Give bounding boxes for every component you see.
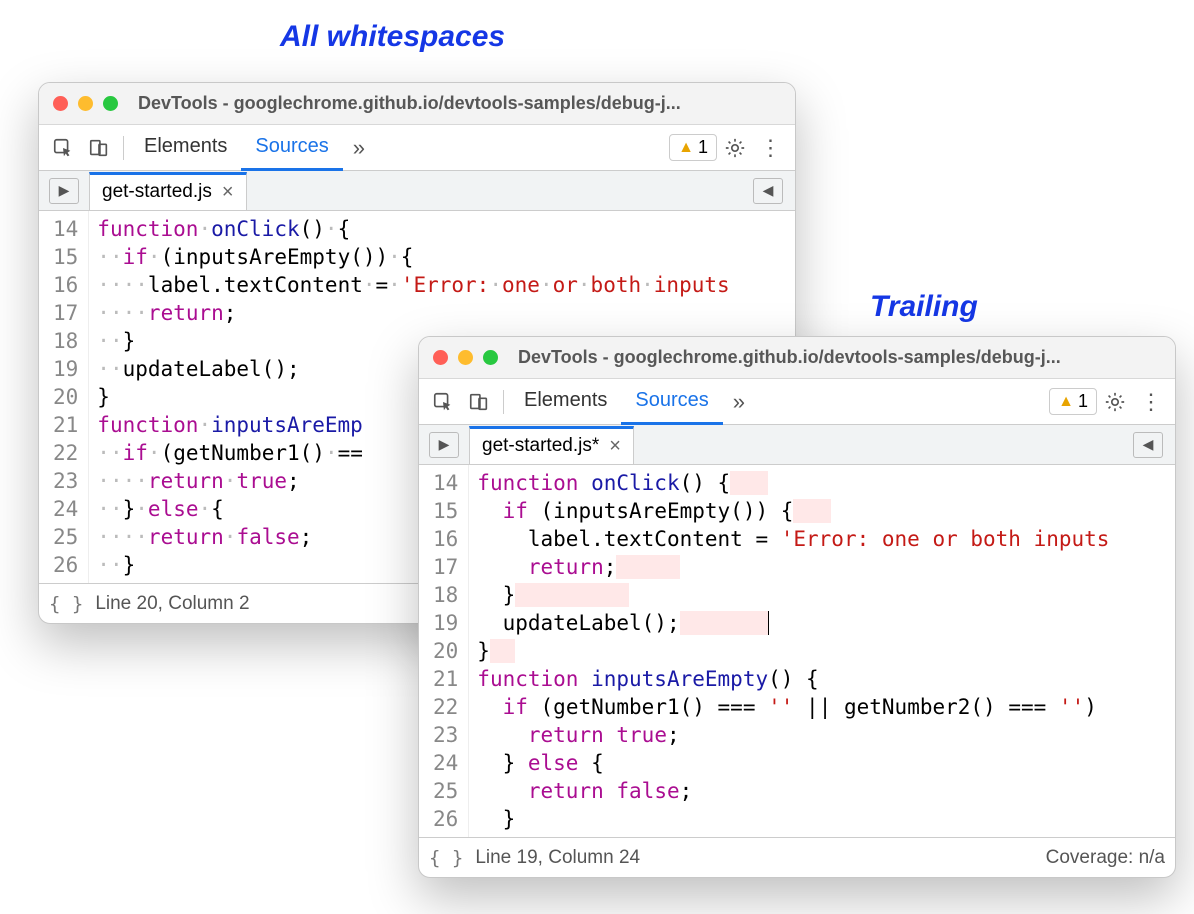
file-tab[interactable]: get-started.js* × (469, 426, 634, 464)
line-gutter: 14151617181920212223242526 (419, 465, 469, 837)
warnings-badge[interactable]: ▲ 1 (669, 134, 717, 161)
minimize-icon[interactable] (458, 350, 473, 365)
inspect-element-icon[interactable] (425, 384, 461, 420)
settings-icon[interactable] (1097, 384, 1133, 420)
window-title: DevTools - googlechrome.github.io/devtoo… (518, 347, 1061, 368)
kebab-menu-icon[interactable]: ⋮ (1133, 384, 1169, 420)
titlebar: DevTools - googlechrome.github.io/devtoo… (39, 83, 795, 125)
debugger-toggle-icon[interactable]: ◀ (753, 178, 783, 204)
panel-tabs: Elements Sources (510, 379, 723, 425)
toolbar: Elements Sources » ▲ 1 ⋮ (39, 125, 795, 171)
kebab-menu-icon[interactable]: ⋮ (753, 130, 789, 166)
panel-tabs: Elements Sources (130, 125, 343, 171)
code-editor[interactable]: 14151617181920212223242526 function onCl… (419, 465, 1175, 837)
coverage-status: Coverage: n/a (1046, 847, 1165, 869)
titlebar: DevTools - googlechrome.github.io/devtoo… (419, 337, 1175, 379)
more-tabs-icon[interactable]: » (723, 389, 755, 415)
device-toggle-icon[interactable] (81, 130, 117, 166)
devtools-window-trailing: DevTools - googlechrome.github.io/devtoo… (418, 336, 1176, 878)
tab-elements[interactable]: Elements (510, 379, 621, 425)
line-gutter: 14151617181920212223242526 (39, 211, 89, 583)
debugger-toggle-icon[interactable]: ◀ (1133, 432, 1163, 458)
warning-count: 1 (698, 137, 708, 158)
close-tab-icon[interactable]: × (222, 181, 234, 204)
toolbar: Elements Sources » ▲ 1 ⋮ (419, 379, 1175, 425)
close-tab-icon[interactable]: × (609, 435, 621, 458)
warnings-badge[interactable]: ▲ 1 (1049, 388, 1097, 415)
cursor-position: Line 20, Column 2 (95, 593, 249, 615)
warning-icon: ▲ (1058, 393, 1074, 411)
settings-icon[interactable] (717, 130, 753, 166)
close-icon[interactable] (433, 350, 448, 365)
window-title: DevTools - googlechrome.github.io/devtoo… (138, 93, 681, 114)
navigator-toggle-icon[interactable]: ▶ (49, 178, 79, 204)
file-name: get-started.js (102, 181, 212, 203)
navigator-toggle-icon[interactable]: ▶ (429, 432, 459, 458)
code-lines[interactable]: function onClick() { if (inputsAreEmpty(… (469, 465, 1175, 837)
file-name: get-started.js* (482, 435, 599, 457)
minimize-icon[interactable] (78, 96, 93, 111)
maximize-icon[interactable] (103, 96, 118, 111)
warning-count: 1 (1078, 391, 1088, 412)
tab-elements[interactable]: Elements (130, 125, 241, 171)
divider (123, 136, 124, 160)
device-toggle-icon[interactable] (461, 384, 497, 420)
more-tabs-icon[interactable]: » (343, 135, 375, 161)
status-bar: { } Line 19, Column 24 Coverage: n/a (419, 837, 1175, 877)
pretty-print-icon[interactable]: { } (49, 593, 83, 615)
caption-all-whitespaces: All whitespaces (280, 20, 505, 54)
caption-trailing: Trailing (870, 290, 978, 324)
close-icon[interactable] (53, 96, 68, 111)
divider (503, 390, 504, 414)
file-tabs-bar: ▶ get-started.js* × ◀ (419, 425, 1175, 465)
tab-sources[interactable]: Sources (621, 379, 722, 425)
cursor-position: Line 19, Column 24 (475, 847, 640, 869)
tab-sources[interactable]: Sources (241, 125, 342, 171)
file-tabs-bar: ▶ get-started.js × ◀ (39, 171, 795, 211)
pretty-print-icon[interactable]: { } (429, 847, 463, 869)
file-tab[interactable]: get-started.js × (89, 172, 247, 210)
warning-icon: ▲ (678, 139, 694, 157)
inspect-element-icon[interactable] (45, 130, 81, 166)
maximize-icon[interactable] (483, 350, 498, 365)
